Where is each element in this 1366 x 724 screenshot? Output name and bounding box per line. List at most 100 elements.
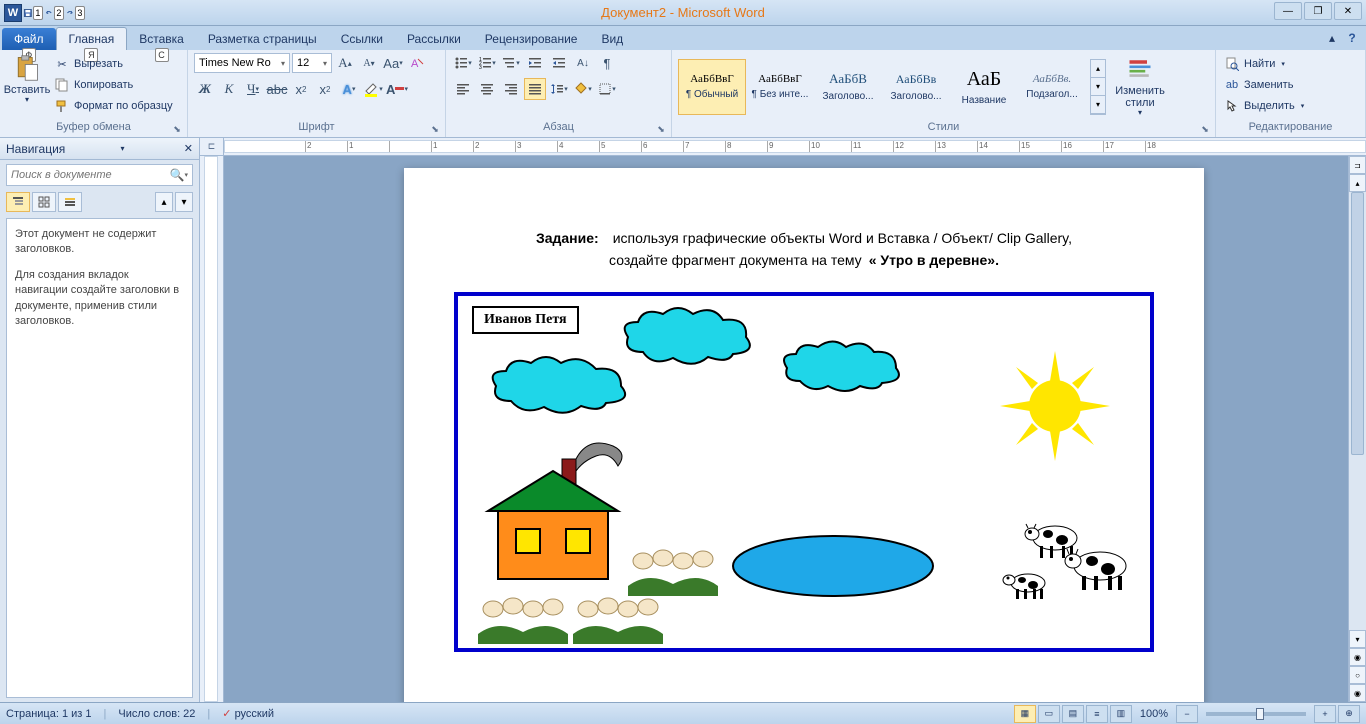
document-page[interactable]: Задание: используя графические объекты W… [404, 168, 1204, 702]
scroll-thumb[interactable] [1351, 192, 1364, 455]
navigation-search-input[interactable] [11, 169, 170, 181]
align-right-button[interactable] [500, 78, 522, 100]
page-viewport[interactable]: Задание: используя графические объекты W… [224, 156, 1348, 702]
cloud-shape[interactable] [778, 336, 908, 396]
justify-button[interactable] [524, 78, 546, 100]
house-shape[interactable] [478, 431, 628, 591]
vertical-scrollbar[interactable]: ⊐ ▴ ▾ ◉ ○ ◉ [1348, 156, 1366, 702]
style-item[interactable]: АаБНазвание [950, 59, 1018, 115]
search-icon[interactable]: 🔍 [170, 168, 185, 182]
underline-button[interactable]: Ч▾ [242, 78, 264, 100]
tab-page-layout[interactable]: Разметка страницы [196, 28, 329, 50]
drawing-canvas[interactable]: Иванов Петя [454, 292, 1154, 652]
sun-shape[interactable] [1000, 351, 1110, 461]
superscript-button[interactable]: x2 [314, 78, 336, 100]
cow-clipart[interactable] [1060, 541, 1140, 591]
help-button[interactable]: ? [1344, 30, 1360, 46]
font-launcher[interactable]: ⬊ [429, 124, 441, 136]
paragraph-launcher[interactable]: ⬊ [655, 124, 667, 136]
close-button[interactable]: ✕ [1334, 2, 1362, 20]
flowers-clipart[interactable] [573, 594, 663, 644]
style-item[interactable]: АаБбВв.Подзагол... [1018, 59, 1086, 115]
find-button[interactable]: Найти▾ [1222, 54, 1306, 74]
style-item[interactable]: АаБбВвЗаголово... [882, 59, 950, 115]
styles-more-button[interactable]: ▾ [1091, 96, 1105, 114]
shrink-font-button[interactable]: A▾ [358, 52, 380, 74]
pond-shape[interactable] [728, 531, 938, 601]
restore-button[interactable]: ❐ [1304, 2, 1332, 20]
show-marks-button[interactable]: ¶ [596, 52, 618, 74]
horizontal-ruler[interactable]: ⊏ 21123456789101112131415161718 [200, 138, 1366, 156]
strike-button[interactable]: abc [266, 78, 288, 100]
prev-page-button[interactable]: ◉ [1349, 648, 1366, 666]
borders-button[interactable]: ▾ [596, 78, 618, 100]
view-outline[interactable]: ≡ [1086, 705, 1108, 723]
view-web-layout[interactable]: ▤ [1062, 705, 1084, 723]
change-styles-button[interactable]: Изменить стили▾ [1110, 53, 1170, 120]
styles-down-button[interactable]: ▾ [1091, 78, 1105, 96]
line-spacing-button[interactable]: ▾ [548, 78, 570, 100]
style-item[interactable]: АаБбВвГ¶ Обычный [678, 59, 746, 115]
word-app-icon[interactable]: W [4, 4, 22, 22]
view-print-layout[interactable]: ▦ [1014, 705, 1036, 723]
view-draft[interactable]: ▥ [1110, 705, 1132, 723]
student-name-box[interactable]: Иванов Петя [472, 306, 579, 334]
fit-button[interactable]: ⊕ [1338, 705, 1360, 723]
scroll-up-button[interactable]: ▴ [1349, 174, 1366, 192]
numbering-button[interactable]: 123▾ [476, 52, 498, 74]
align-center-button[interactable] [476, 78, 498, 100]
navigation-close-button[interactable]: ✕ [184, 142, 193, 155]
tab-references[interactable]: Ссылки [329, 28, 395, 50]
ruler-toggle[interactable]: ⊏ [200, 138, 224, 156]
multilevel-button[interactable]: ▾ [500, 52, 522, 74]
bold-button[interactable]: Ж [194, 78, 216, 100]
file-tab[interactable]: ФайлФ [2, 28, 56, 50]
zoom-slider[interactable] [1206, 712, 1306, 716]
align-left-button[interactable] [452, 78, 474, 100]
nav-tab-results[interactable] [58, 192, 82, 212]
cloud-shape[interactable] [618, 302, 758, 372]
view-full-screen[interactable]: ▭ [1038, 705, 1060, 723]
nav-tab-pages[interactable] [32, 192, 56, 212]
qat-redo-button[interactable]: 3 [65, 3, 85, 23]
status-page[interactable]: Страница: 1 из 1 [6, 708, 92, 720]
minimize-button[interactable]: — [1274, 2, 1302, 20]
navigation-menu-button[interactable]: ▾ [121, 144, 125, 153]
sort-button[interactable]: A↓ [572, 52, 594, 74]
status-words[interactable]: Число слов: 22 [118, 708, 195, 720]
text-effects-button[interactable]: A▾ [338, 78, 360, 100]
navigation-search[interactable]: 🔍▾ [6, 164, 193, 186]
nav-next-button[interactable]: ▾ [175, 192, 193, 212]
change-case-button[interactable]: Aa▾ [382, 52, 404, 74]
vertical-ruler[interactable] [200, 156, 224, 702]
flowers-clipart[interactable] [478, 594, 568, 644]
flowers-clipart[interactable] [628, 546, 718, 596]
font-color-button[interactable]: A▾ [386, 78, 408, 100]
zoom-level[interactable]: 100% [1140, 708, 1168, 720]
clear-format-button[interactable]: A [406, 52, 428, 74]
status-language[interactable]: ✓ русский [222, 707, 274, 720]
nav-tab-headings[interactable] [6, 192, 30, 212]
browse-object-button[interactable]: ○ [1349, 666, 1366, 684]
tab-home[interactable]: ГлавнаяЯ [56, 27, 128, 50]
select-button[interactable]: Выделить▾ [1222, 96, 1306, 116]
highlight-button[interactable]: ▾ [362, 78, 384, 100]
tab-review[interactable]: Рецензирование [473, 28, 590, 50]
copy-button[interactable]: Копировать [52, 75, 175, 95]
minimize-ribbon-button[interactable]: ▴ [1324, 30, 1340, 46]
nav-prev-button[interactable]: ▴ [155, 192, 173, 212]
increase-indent-button[interactable] [548, 52, 570, 74]
zoom-slider-thumb[interactable] [1256, 708, 1264, 720]
ruler-toggle-button[interactable]: ⊐ [1349, 156, 1366, 174]
decrease-indent-button[interactable] [524, 52, 546, 74]
paste-button[interactable]: Вставить▾ [6, 52, 48, 107]
tab-insert[interactable]: ВставкаС [127, 28, 196, 50]
font-family-combo[interactable]: Times New Ro▾ [194, 53, 290, 73]
tab-view[interactable]: Вид [589, 28, 635, 50]
cut-button[interactable]: ✂Вырезать [52, 54, 175, 74]
style-item[interactable]: АаБбВвГ¶ Без инте... [746, 59, 814, 115]
bullets-button[interactable]: ▾ [452, 52, 474, 74]
clipboard-launcher[interactable]: ⬊ [171, 124, 183, 136]
format-painter-button[interactable]: Формат по образцу [52, 96, 175, 116]
styles-launcher[interactable]: ⬊ [1199, 124, 1211, 136]
